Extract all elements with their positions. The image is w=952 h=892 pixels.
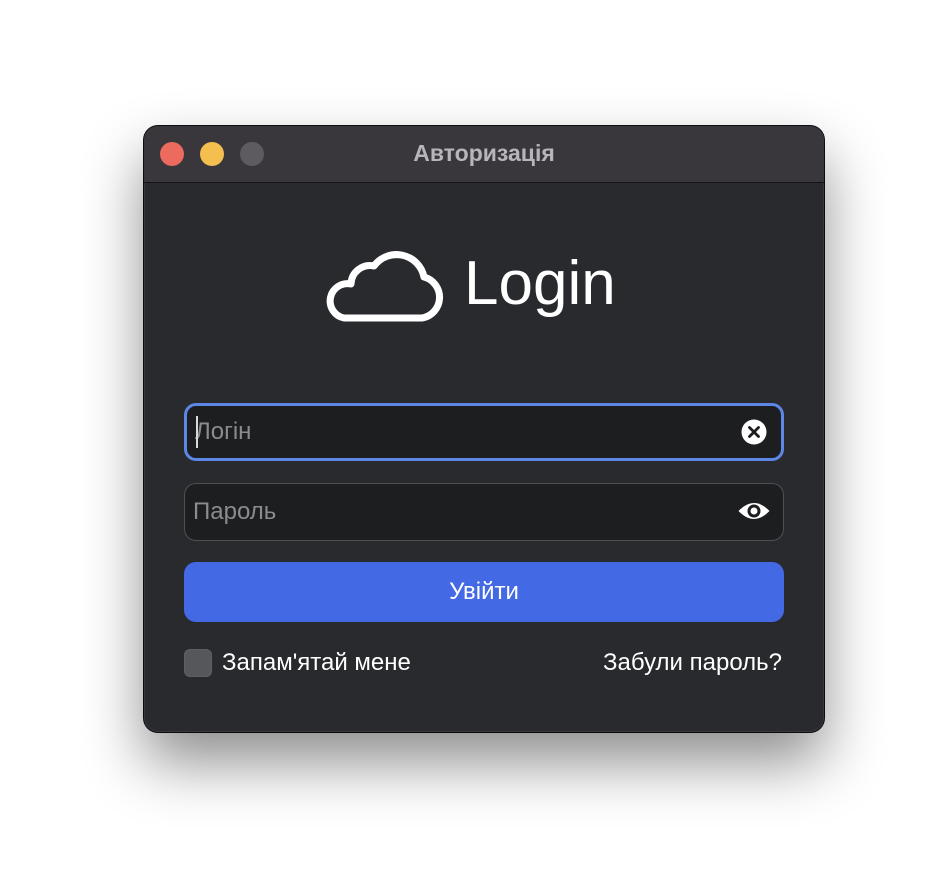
remember-me-checkbox[interactable]: Запам'ятай мене [184,648,411,678]
title-bar[interactable]: Авторизація [144,126,824,183]
login-submit-button[interactable]: Увійти [184,562,784,622]
login-field[interactable] [184,403,784,461]
text-cursor [196,416,198,448]
password-input[interactable] [193,484,713,540]
cloud-icon [326,251,444,322]
login-window: Авторизація Login Увійти Запам'ятай мене… [144,126,824,732]
window-title: Авторизація [413,140,555,166]
logo-title: Login [464,249,616,318]
clear-x-circle-icon[interactable] [741,419,767,445]
remember-me-label[interactable]: Запам'ятай мене [222,649,411,677]
checkbox-box[interactable] [184,649,212,677]
app-logo: Login [322,244,616,324]
eye-icon[interactable] [737,499,771,523]
forgot-password-link[interactable]: Забули пароль? [603,648,782,678]
password-field[interactable] [184,483,784,541]
login-input[interactable] [195,406,715,458]
